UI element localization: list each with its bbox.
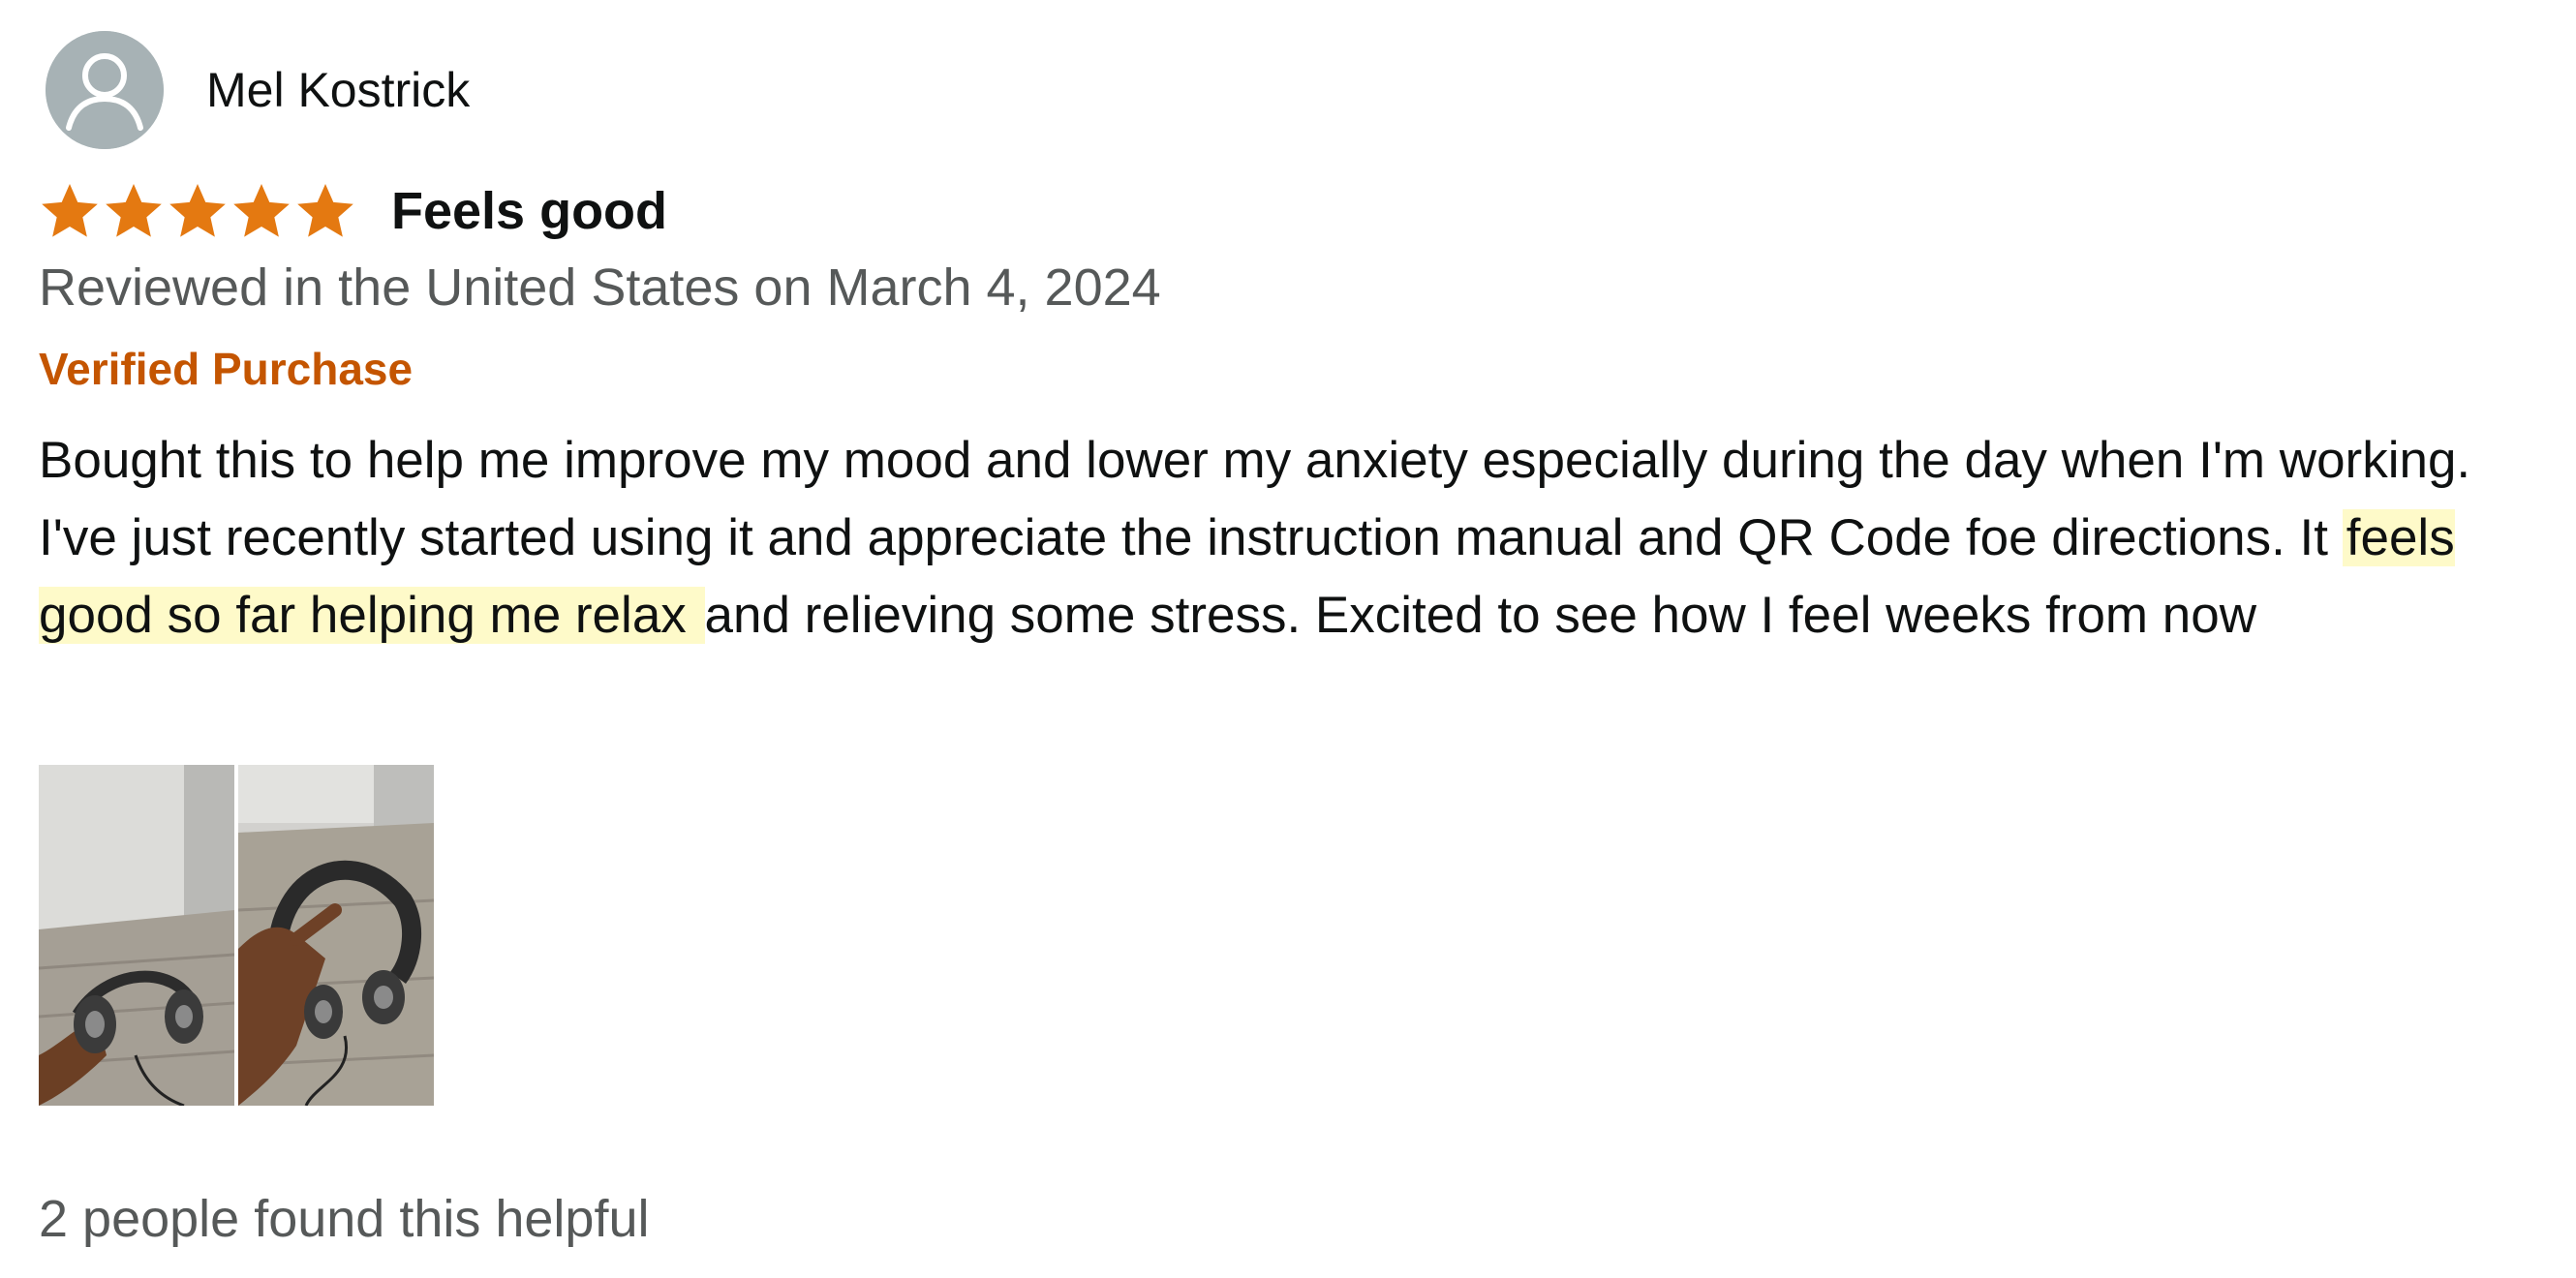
review-body: Bought this to help me improve my mood a…: [39, 422, 2537, 654]
reviewer-name[interactable]: Mel Kostrick: [206, 62, 470, 118]
review-date: Reviewed in the United States on March 4…: [39, 259, 1161, 317]
star-icon: [167, 180, 229, 242]
review-title[interactable]: Feels good: [391, 181, 667, 241]
rating-row: Feels good: [39, 174, 667, 248]
review-body-text-start: Bought this to help me improve my mood a…: [39, 432, 2471, 566]
review-body-text-end: and relieving some stress. Excited to se…: [704, 587, 2257, 644]
review-image-thumbnail[interactable]: [238, 765, 434, 1106]
star-icon: [39, 180, 101, 242]
reviewer-profile[interactable]: Mel Kostrick: [46, 31, 470, 149]
review-image-thumbnail[interactable]: [39, 765, 234, 1106]
star-rating[interactable]: [39, 180, 356, 242]
star-icon: [103, 180, 165, 242]
review-images: [39, 765, 434, 1106]
helpful-count: 2 people found this helpful: [39, 1190, 650, 1248]
verified-purchase-badge[interactable]: Verified Purchase: [39, 343, 413, 395]
default-user-avatar-icon[interactable]: [46, 31, 164, 149]
review-card: Mel Kostrick Feels good Reviewed in the …: [0, 0, 2576, 1278]
star-icon: [230, 180, 292, 242]
star-icon: [294, 180, 356, 242]
